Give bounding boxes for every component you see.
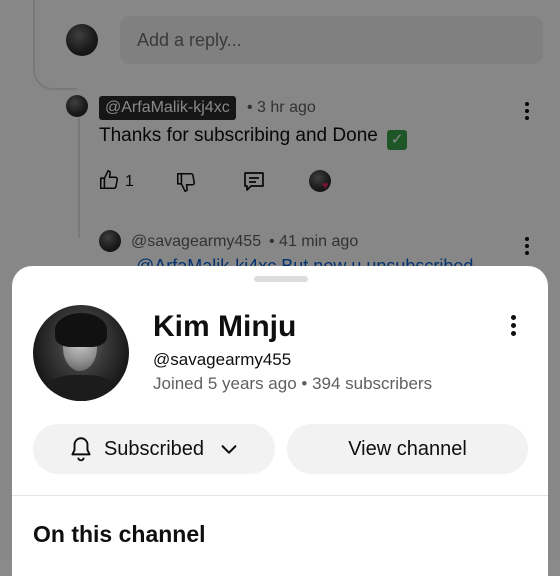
subscriber-count: • 394 subscribers — [301, 374, 433, 393]
subscribed-button[interactable]: Subscribed — [33, 424, 275, 474]
more-vert-icon[interactable] — [510, 315, 516, 339]
subscribed-label: Subscribed — [103, 437, 205, 460]
bell-icon — [71, 437, 91, 462]
channel-stats: Joined 5 years ago • 394 subscribers — [153, 374, 432, 394]
divider — [12, 495, 548, 496]
joined-date: Joined 5 years ago — [153, 374, 297, 393]
section-title: On this channel — [33, 521, 206, 547]
avatar-hair — [55, 313, 107, 347]
channel-avatar[interactable] — [33, 305, 129, 401]
chevron-down-icon — [221, 445, 237, 454]
avatar-shoulders — [45, 375, 117, 401]
view-channel-button[interactable]: View channel — [287, 424, 528, 474]
channel-name: Kim Minju — [153, 310, 297, 343]
channel-bottom-sheet: Kim Minju @savagearmy455 Joined 5 years … — [12, 266, 548, 576]
view-channel-label: View channel — [348, 437, 467, 460]
channel-handle: @savagearmy455 — [153, 350, 292, 369]
drag-handle[interactable] — [254, 276, 308, 282]
